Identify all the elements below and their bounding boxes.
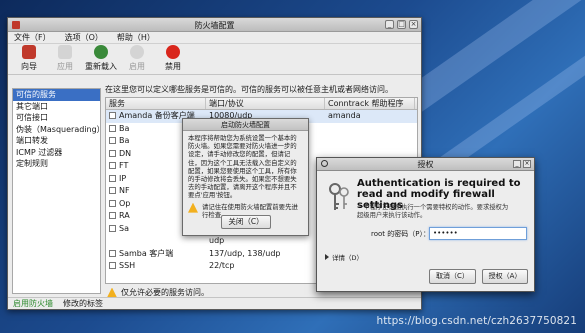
service-name: IP: [119, 173, 127, 183]
close-icon[interactable]: ×: [409, 20, 418, 29]
column-header-port[interactable]: 端口/协议: [206, 98, 325, 109]
wizard-icon: [22, 45, 36, 59]
firewall-status: 启用防火墙: [13, 299, 53, 308]
port-cell: 22/tcp: [209, 261, 235, 270]
auth-dialog-titlebar[interactable]: 授权 _ ×: [317, 158, 534, 171]
minimize-icon[interactable]: _: [513, 160, 521, 168]
menu-help[interactable]: 帮助（H）: [117, 32, 155, 43]
magnifier-icon: [321, 160, 328, 167]
auth-heading-line1: Authentication is required to: [357, 178, 521, 189]
service-checkbox[interactable]: [109, 137, 116, 144]
service-checkbox[interactable]: [109, 149, 116, 157]
service-checkbox[interactable]: [109, 124, 116, 132]
warning-icon: [107, 287, 117, 298]
maximize-icon[interactable]: □: [397, 20, 406, 29]
column-header-helper[interactable]: Conntrack 帮助程序: [325, 98, 415, 109]
table-header: 服务 端口/协议 Conntrack 帮助程序: [106, 98, 417, 110]
details-expander[interactable]: 详情（D）: [325, 252, 363, 262]
service-checkbox[interactable]: [109, 249, 116, 257]
sidebar-item-trusted-interfaces[interactable]: 可信接口: [13, 112, 100, 124]
service-cell: SSH: [106, 260, 206, 273]
minimize-icon[interactable]: _: [385, 20, 394, 29]
content-description: 在这里您可以定义哪些服务是可信的。可信的服务可以被任意主机或者网络访问。: [105, 85, 393, 94]
apply-button[interactable]: 应用: [48, 45, 82, 72]
service-name: Ba: [119, 123, 130, 133]
service-name: Sa: [119, 223, 129, 233]
sidebar-item-port-forwarding[interactable]: 端口转发: [13, 135, 100, 147]
auth-subtext-line1: 一个程序正试图执行一个需要特权的动作。要求授权为: [357, 204, 509, 211]
sidebar-item-custom-rules[interactable]: 定制规则: [13, 158, 100, 170]
startup-dialog: 启动防火墙配置 本程序将帮助您为系统设置一个基本的防火墙。如果您需要对防火墙进一…: [182, 118, 309, 236]
warning-icon: [188, 202, 198, 213]
window-title: 防火墙配置: [194, 21, 235, 30]
toolbar: 向导 应用 重新载入 启用 禁用: [8, 44, 421, 75]
disable-button[interactable]: 禁用: [156, 45, 190, 72]
service-checkbox[interactable]: [109, 174, 116, 182]
service-name: RA: [119, 211, 130, 220]
auth-subtext: 一个程序正试图执行一个需要特权的动作。要求授权为 超级用户来执行该动作。: [357, 204, 529, 220]
reload-label: 重新载入: [85, 62, 117, 71]
password-field[interactable]: ••••••: [429, 227, 527, 240]
service-name: Ba: [119, 136, 130, 145]
sidebar-item-other-ports[interactable]: 其它端口: [13, 101, 100, 113]
service-checkbox[interactable]: [109, 199, 116, 207]
wizard-label: 向导: [21, 62, 37, 71]
password-label: root 的密码（P）：: [371, 230, 430, 238]
apply-label: 应用: [57, 62, 73, 71]
service-checkbox[interactable]: [109, 162, 116, 169]
sidebar-item-icmp-filter[interactable]: ICMP 过滤器: [13, 147, 100, 159]
service-cell: [106, 235, 206, 248]
watermark: https://blog.csdn.net/czh2637750821: [376, 315, 577, 327]
window-titlebar[interactable]: 防火墙配置 _ □ ×: [8, 18, 421, 32]
close-icon[interactable]: ×: [523, 160, 531, 168]
column-header-service[interactable]: 服务: [106, 98, 206, 109]
expander-arrow-icon: [325, 254, 329, 260]
menu-options[interactable]: 选项（O）: [65, 32, 103, 43]
modified-label: 修改的标签: [63, 299, 103, 308]
authenticate-button[interactable]: 授权（A）: [482, 269, 528, 284]
service-checkbox[interactable]: [109, 112, 116, 119]
service-cell: Samba 客户端: [106, 248, 206, 261]
service-name: NF: [119, 186, 130, 195]
service-name: DN: [119, 148, 132, 158]
enable-button[interactable]: 启用: [120, 45, 154, 72]
helper-cell: [325, 135, 415, 148]
menu-file[interactable]: 文件（F）: [14, 32, 51, 43]
reload-icon: [94, 45, 108, 59]
startup-dialog-body: 本程序将帮助您为系统设置一个基本的防火墙。如果您需要对防火墙进一步的设定，请手动…: [188, 134, 297, 200]
menubar: 文件（F） 选项（O） 帮助（H）: [8, 32, 421, 44]
helper-cell: amanda: [328, 111, 361, 120]
service-name: Samba 客户端: [119, 248, 174, 258]
service-checkbox[interactable]: [109, 224, 116, 232]
service-checkbox[interactable]: [109, 187, 116, 194]
port-cell: udp: [209, 236, 225, 245]
auth-dialog: 授权 _ × Authentication is required to rea…: [316, 157, 535, 292]
keys-icon: [329, 183, 349, 210]
statusbar: 启用防火墙 修改的标签: [8, 297, 421, 309]
cancel-button[interactable]: 取消（C）: [429, 269, 476, 284]
disable-label: 禁用: [165, 62, 181, 71]
service-checkbox[interactable]: [109, 262, 116, 269]
enable-icon: [130, 45, 144, 59]
service-name: SSH: [119, 261, 136, 270]
sidebar: 可信的服务 其它端口 可信接口 伪装（Masquerading） 端口转发 IC…: [12, 88, 105, 294]
wizard-button[interactable]: 向导: [12, 45, 46, 72]
service-name: Op: [119, 198, 131, 208]
details-label: 详情（D）: [332, 254, 364, 262]
reload-button[interactable]: 重新载入: [84, 45, 118, 72]
enable-label: 启用: [129, 62, 145, 71]
startup-dialog-title: 启动防火墙配置: [183, 119, 308, 131]
disable-icon: [166, 45, 180, 59]
service-name: FT: [119, 161, 129, 170]
check-icon: [58, 45, 72, 59]
auth-subtext-line2: 超级用户来执行该动作。: [357, 212, 427, 219]
close-button[interactable]: 关闭（C）: [221, 215, 271, 229]
service-checkbox[interactable]: [109, 212, 116, 219]
sidebar-item-trusted-services[interactable]: 可信的服务: [13, 89, 100, 101]
helper-cell: [325, 123, 415, 136]
auth-dialog-title: 授权: [417, 160, 434, 169]
port-cell: 137/udp, 138/udp: [209, 248, 281, 258]
sidebar-item-masquerading[interactable]: 伪装（Masquerading）: [13, 124, 105, 136]
